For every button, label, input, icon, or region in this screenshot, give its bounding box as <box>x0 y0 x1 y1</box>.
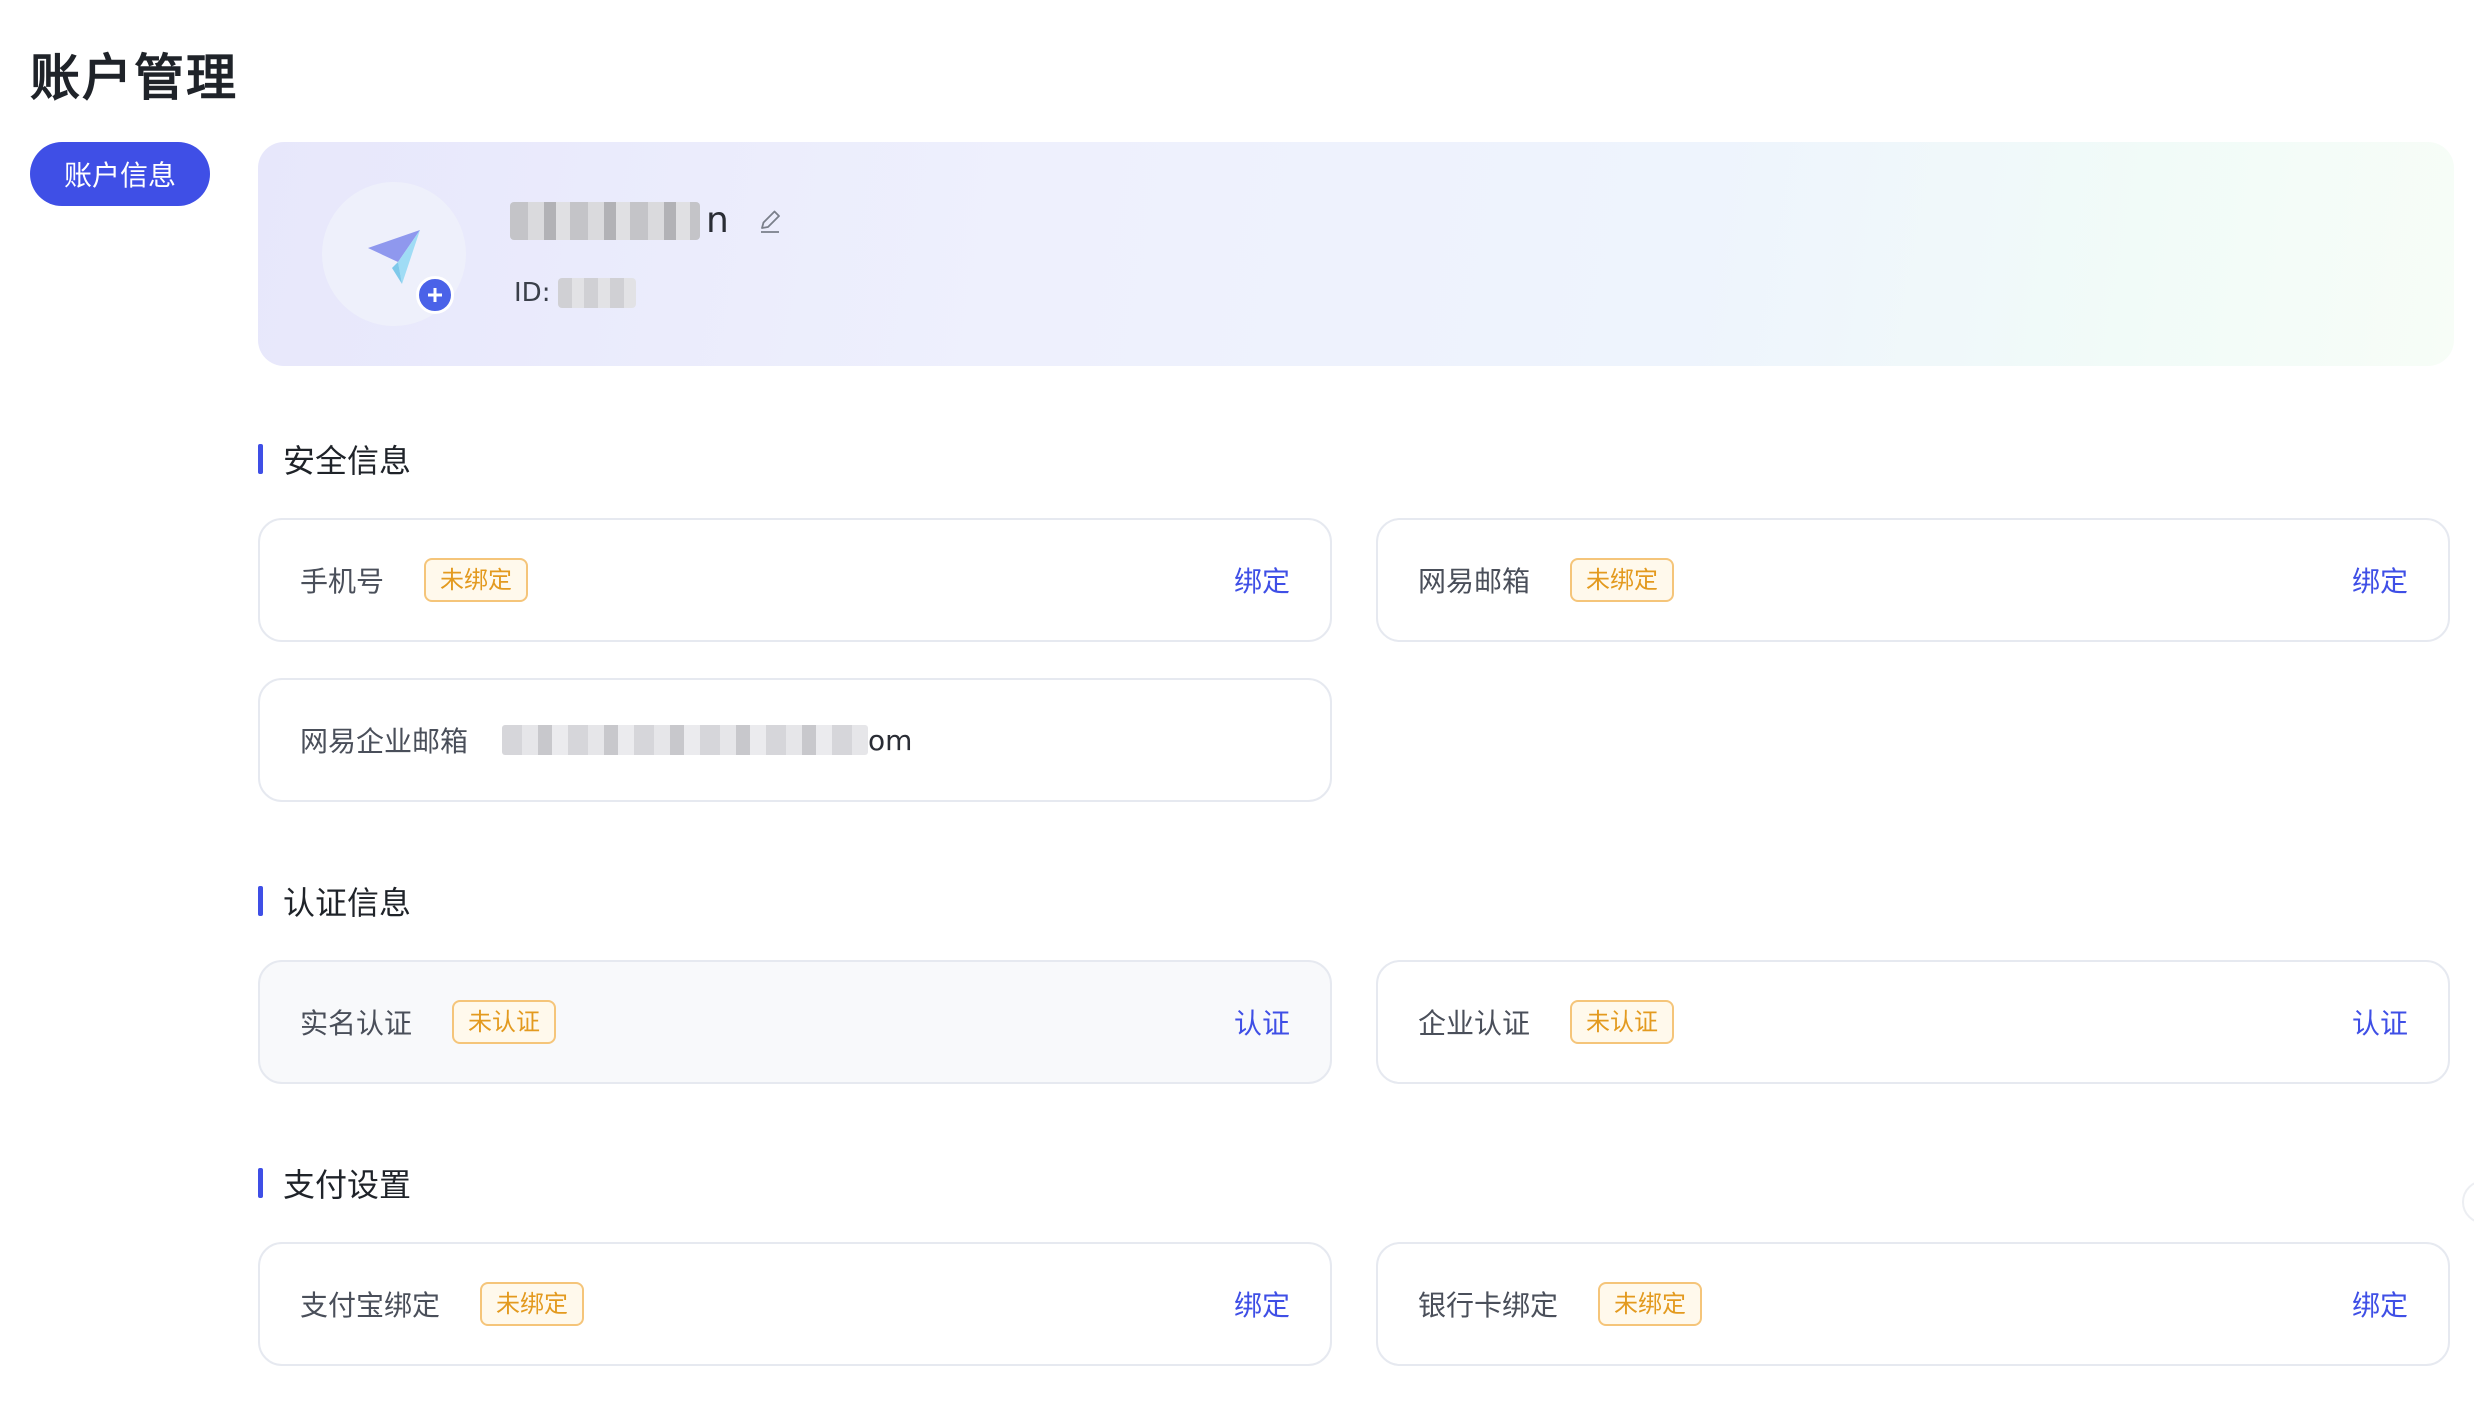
bind-phone-link[interactable]: 绑定 <box>1234 560 1290 600</box>
main-content: n ID: <box>258 142 2454 366</box>
account-management-page: 账户管理 账户信息 n ID: 安全信息 手机号 未绑定 绑定 网易邮箱 未绑定… <box>0 0 2474 1404</box>
enterprise-mail-card: 网易企业邮箱 om <box>258 678 1332 802</box>
verify-enterprise-link[interactable]: 认证 <box>2352 1002 2408 1042</box>
status-badge: 未绑定 <box>1598 1282 1703 1326</box>
username-redacted <box>510 201 700 240</box>
bankcard-label-row: 银行卡绑定 未绑定 <box>1418 1282 1703 1326</box>
status-badge: 未绑定 <box>480 1282 585 1326</box>
section-verification-header: 认证信息 <box>258 878 411 924</box>
realname-verification-card: 实名认证 未认证 认证 <box>258 960 1332 1084</box>
alipay-card: 支付宝绑定 未绑定 绑定 <box>258 1242 1332 1366</box>
account-id-redacted <box>558 278 637 308</box>
bind-bankcard-link[interactable]: 绑定 <box>2352 1284 2408 1324</box>
realname-label-row: 实名认证 未认证 <box>300 1000 557 1044</box>
bind-alipay-link[interactable]: 绑定 <box>1234 1284 1290 1324</box>
email-visible-tail: om <box>868 723 913 757</box>
avatar-upload-button[interactable] <box>416 276 454 314</box>
netease-mail-label-row: 网易邮箱 未绑定 <box>1418 558 1675 602</box>
section-title: 支付设置 <box>283 1166 412 1204</box>
paper-plane-logo-icon <box>368 230 420 284</box>
section-payment-header: 支付设置 <box>258 1160 411 1206</box>
enterprise-mail-label-row: 网易企业邮箱 om <box>300 720 912 760</box>
section-security-header: 安全信息 <box>258 436 411 482</box>
sidebar: 账户信息 <box>30 142 210 206</box>
username-row: n <box>510 200 785 241</box>
status-badge: 未绑定 <box>1570 558 1675 602</box>
bind-netease-mail-link[interactable]: 绑定 <box>2352 560 2408 600</box>
phone-label-row: 手机号 未绑定 <box>300 558 529 602</box>
email-redacted <box>502 725 869 755</box>
account-id-row: ID: <box>514 278 637 308</box>
section-marker <box>258 444 263 474</box>
section-marker <box>258 886 263 916</box>
username-text: n <box>706 200 729 241</box>
page-title: 账户管理 <box>30 49 238 107</box>
account-id-label: ID: <box>514 278 551 308</box>
edit-pencil-icon[interactable] <box>755 206 785 236</box>
status-badge: 未认证 <box>1570 1000 1675 1044</box>
section-marker <box>258 1168 263 1198</box>
realname-label: 实名认证 <box>300 1007 413 1040</box>
netease-mail-card: 网易邮箱 未绑定 绑定 <box>1376 518 2450 642</box>
section-title: 认证信息 <box>283 884 412 922</box>
profile-card: n ID: <box>258 142 2454 366</box>
status-badge: 未绑定 <box>424 558 529 602</box>
phone-card: 手机号 未绑定 绑定 <box>258 518 1332 642</box>
alipay-label-row: 支付宝绑定 未绑定 <box>300 1282 585 1326</box>
verify-realname-link[interactable]: 认证 <box>1234 1002 1290 1042</box>
plus-icon <box>428 288 442 302</box>
enterprise-mail-label: 网易企业邮箱 <box>300 725 469 758</box>
bankcard-label: 银行卡绑定 <box>1418 1289 1559 1322</box>
enterprise-verification-card: 企业认证 未认证 认证 <box>1376 960 2450 1084</box>
enterprise-verification-label-row: 企业认证 未认证 <box>1418 1000 1675 1044</box>
sidebar-item-account-info[interactable]: 账户信息 <box>30 142 210 206</box>
section-title: 安全信息 <box>283 442 412 480</box>
enterprise-verification-label: 企业认证 <box>1418 1007 1531 1040</box>
bankcard-card: 银行卡绑定 未绑定 绑定 <box>1376 1242 2450 1366</box>
status-badge: 未认证 <box>452 1000 557 1044</box>
enterprise-mail-value: om <box>502 724 912 757</box>
alipay-label: 支付宝绑定 <box>300 1289 441 1322</box>
netease-mail-label: 网易邮箱 <box>1418 565 1531 598</box>
floating-edge-button[interactable] <box>2462 1180 2474 1224</box>
phone-label: 手机号 <box>300 565 385 598</box>
